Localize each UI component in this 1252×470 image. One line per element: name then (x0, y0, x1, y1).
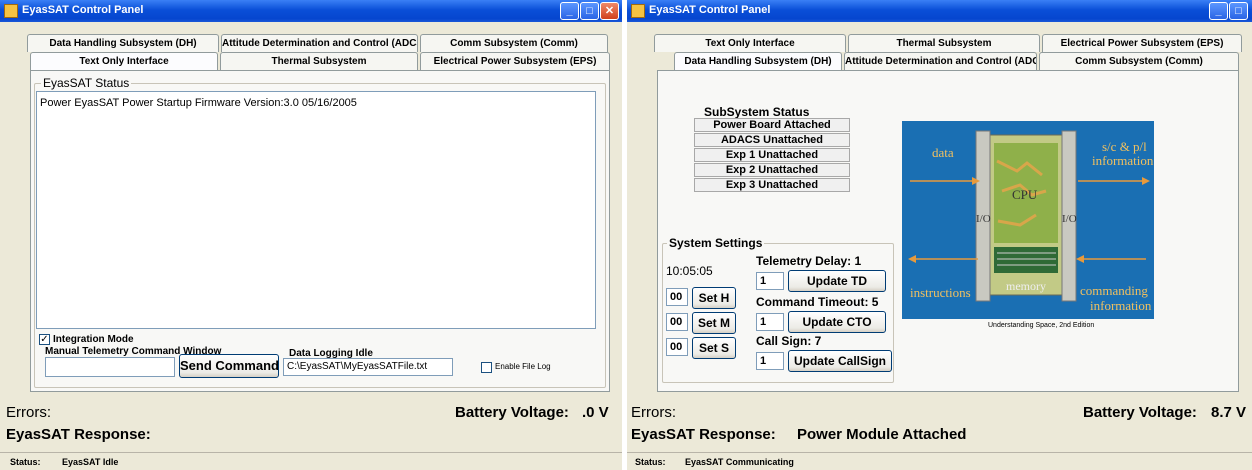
response-label: EyasSAT Response: (631, 426, 776, 443)
title-bar[interactable]: EyasSAT Control Panel _ □ (627, 0, 1252, 22)
app-icon (631, 4, 645, 18)
diagram-label-sc-info-2: information (1092, 153, 1154, 168)
close-button[interactable]: ✕ (600, 2, 619, 20)
diagram-label-cpu: CPU (1012, 187, 1038, 202)
tab-data-handling[interactable]: Data Handling Subsystem (DH) (674, 52, 842, 71)
send-command-button[interactable]: Send Command (179, 354, 279, 378)
left-window: EyasSAT Control Panel _ □ ✕ Data Handlin… (0, 0, 622, 470)
right-window: EyasSAT Control Panel _ □ Text Only Inte… (627, 0, 1252, 470)
subsystem-status-item: Exp 2 Unattached (694, 163, 850, 177)
update-td-button[interactable]: Update TD (788, 270, 886, 292)
command-timeout-input[interactable]: 1 (756, 313, 784, 331)
diagram-label-io-left: I/O (976, 213, 991, 225)
diagram-label-commanding-2: information (1090, 298, 1152, 313)
minute-input[interactable]: 00 (666, 313, 688, 331)
tab-adcs[interactable]: Attitude Determination and Control (ADCS… (221, 34, 418, 52)
status-bar-label: Status: (635, 457, 666, 467)
manual-cmd-input[interactable] (45, 357, 175, 377)
tab-panel: EyasSAT Status Power EyasSAT Power Start… (30, 70, 610, 392)
subsystem-status-item: ADACS Unattached (694, 133, 850, 147)
window-title: EyasSAT Control Panel (649, 4, 771, 16)
log-file-path-input[interactable]: C:\EyasSAT\MyEyasSATFile.txt (283, 358, 453, 376)
tab-text-only[interactable]: Text Only Interface (30, 52, 218, 71)
status-bar: Status: EyasSAT Communicating (627, 452, 1252, 470)
window-title: EyasSAT Control Panel (22, 4, 144, 16)
maximize-button[interactable]: □ (1229, 2, 1248, 20)
command-timeout-label: Command Timeout: 5 (756, 295, 879, 309)
tab-comm[interactable]: Comm Subsystem (Comm) (1039, 52, 1239, 70)
battery-voltage-value: .0 V (582, 404, 609, 421)
tab-eps[interactable]: Electrical Power Subsystem (EPS) (1042, 34, 1242, 52)
system-settings-label: System Settings (667, 236, 765, 250)
battery-voltage-label: Battery Voltage: (455, 404, 569, 421)
title-bar[interactable]: EyasSAT Control Panel _ □ ✕ (0, 0, 622, 22)
computer-architecture-diagram: data s/c & p/l information CPU I/O I/O m… (902, 121, 1154, 319)
tab-comm[interactable]: Comm Subsystem (Comm) (420, 34, 608, 52)
tab-thermal[interactable]: Thermal Subsystem (220, 52, 418, 70)
response-label: EyasSAT Response: (6, 426, 151, 443)
errors-label: Errors: (6, 404, 51, 421)
tab-adcs[interactable]: Attitude Determination and Control (ADCS… (844, 52, 1037, 70)
battery-voltage-value: 8.7 V (1211, 404, 1247, 421)
integration-mode-label: Integration Mode (53, 334, 134, 345)
tab-panel: SubSystem Status Power Board Attached AD… (657, 70, 1239, 392)
minimize-button[interactable]: _ (560, 2, 579, 20)
errors-label: Errors: (631, 404, 676, 421)
set-h-button[interactable]: Set H (692, 287, 736, 309)
tab-eps[interactable]: Electrical Power Subsystem (EPS) (420, 52, 610, 70)
app-icon (4, 4, 18, 18)
subsystem-status-group: SubSystem Status Power Board Attached AD… (694, 105, 858, 197)
status-group-label: EyasSAT Status (41, 76, 132, 90)
call-sign-input[interactable]: 1 (756, 352, 784, 370)
subsystem-status-item: Exp 1 Unattached (694, 148, 850, 162)
status-bar-value: EyasSAT Communicating (685, 457, 794, 467)
diagram-label-memory: memory (1006, 279, 1046, 293)
tab-text-only[interactable]: Text Only Interface (654, 34, 846, 52)
tab-thermal[interactable]: Thermal Subsystem (848, 34, 1040, 52)
diagram-label-io-right: I/O (1062, 213, 1077, 225)
maximize-button[interactable]: □ (580, 2, 599, 20)
diagram-label-instructions: instructions (910, 285, 971, 300)
diagram-label-commanding-1: commanding (1080, 283, 1148, 298)
second-input[interactable]: 00 (666, 338, 688, 356)
subsystem-status-label: SubSystem Status (704, 105, 810, 119)
enable-file-log-label: Enable File Log (495, 362, 551, 371)
status-bar: Status: EyasSAT Idle (0, 452, 622, 470)
hour-input[interactable]: 00 (666, 288, 688, 306)
status-bar-label: Status: (10, 457, 41, 467)
diagram-label-data: data (932, 145, 954, 160)
status-text-area[interactable]: Power EyasSAT Power Startup Firmware Ver… (36, 91, 596, 329)
set-m-button[interactable]: Set M (692, 312, 736, 334)
minimize-button[interactable]: _ (1209, 2, 1228, 20)
diagram-caption: Understanding Space, 2nd Edition (988, 322, 1095, 329)
update-callsign-button[interactable]: Update CallSign (788, 350, 892, 372)
enable-file-log-checkbox[interactable] (481, 362, 492, 373)
integration-mode-checkbox[interactable]: ✓ (39, 334, 50, 345)
response-value: Power Module Attached (797, 426, 967, 443)
telemetry-delay-label: Telemetry Delay: 1 (756, 254, 862, 268)
call-sign-label: Call Sign: 7 (756, 334, 822, 348)
subsystem-status-item: Exp 3 Unattached (694, 178, 850, 192)
status-bar-value: EyasSAT Idle (62, 457, 119, 467)
battery-voltage-label: Battery Voltage: (1083, 404, 1197, 421)
telemetry-delay-input[interactable]: 1 (756, 272, 784, 290)
update-cto-button[interactable]: Update CTO (788, 311, 886, 333)
clock-display: 10:05:05 (666, 264, 713, 278)
tab-data-handling[interactable]: Data Handling Subsystem (DH) (27, 34, 219, 52)
subsystem-status-item: Power Board Attached (694, 118, 850, 132)
set-s-button[interactable]: Set S (692, 337, 736, 359)
